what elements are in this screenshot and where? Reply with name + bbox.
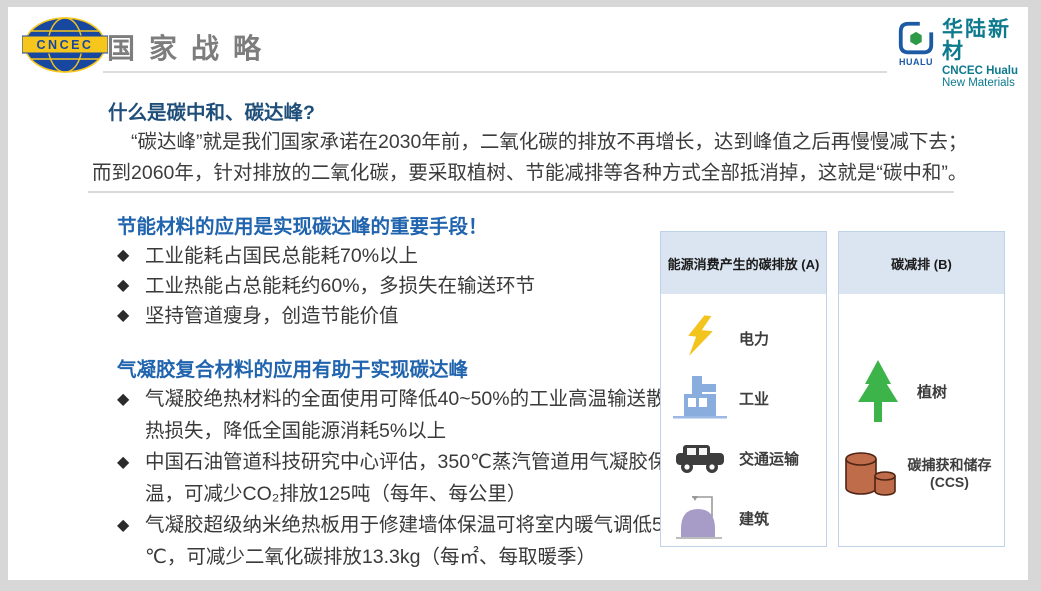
building-icon xyxy=(676,493,724,543)
hualu-name-cn: 华陆新材 xyxy=(942,19,1028,63)
diamond-bullet-icon: ◆ xyxy=(117,384,129,416)
ccs-label-line1: 碳捕获和储存 xyxy=(908,457,992,473)
ccs-label-line2: (CCS) xyxy=(930,474,969,490)
diamond-bullet-icon: ◆ xyxy=(117,447,129,479)
carbon-emission-box: 能源消费产生的碳排放 (A) 电力 xyxy=(660,231,827,547)
header-divider xyxy=(103,71,887,73)
list-item: ◆ 工业能耗占国民总能耗70%以上 xyxy=(117,241,657,271)
emission-item-label: 工业 xyxy=(739,388,769,409)
diamond-bullet-icon: ◆ xyxy=(117,271,129,301)
intro-line1: “碳达峰”就是我们国家承诺在2030年前，二氧化碳的排放不再增长，达到峰值之后再… xyxy=(92,127,1020,158)
carbon-reduction-box: 碳减排 (B) 植树 xyxy=(838,231,1005,547)
reduction-row-tree: 植树 xyxy=(839,346,1004,436)
hualu-name-en2: New Materials xyxy=(942,77,1028,89)
bullet-text: 坚持管道瘦身，创造节能价值 xyxy=(145,305,399,327)
aerogel-heading: 气凝胶复合材料的应用有助于实现碳达峰 xyxy=(117,353,468,382)
hualu-name-en1: CNCEC Hualu xyxy=(942,65,1028,77)
energy-saving-heading: 节能材料的应用是实现碳达峰的重要手段！ xyxy=(117,210,488,239)
reduction-box-title: 碳减排 (B) xyxy=(839,232,1004,294)
cncec-logo-icon: CNCEC xyxy=(22,15,108,75)
emission-box-title: 能源消费产生的碳排放 (A) xyxy=(661,232,826,294)
tree-icon xyxy=(855,360,901,422)
list-item: ◆ 坚持管道瘦身，创造节能价值 xyxy=(117,301,657,331)
list-item: ◆ 工业热能占总能耗约60%，多损失在输送环节 xyxy=(117,271,657,301)
section-divider xyxy=(88,191,954,193)
cncec-acronym-text: CNCEC xyxy=(37,38,94,52)
bullet-text: 气凝胶超级纳米绝热板用于修建墙体保温可将室内暖气调低5 ℃，可减少二氧化碳排放1… xyxy=(145,514,663,568)
emission-row-transport: 交通运输 xyxy=(661,428,826,488)
reduction-item-label: 植树 xyxy=(917,381,947,402)
energy-saving-bullet-list: ◆ 工业能耗占国民总能耗70%以上 ◆ 工业热能占总能耗约60%，多损失在输送环… xyxy=(117,241,657,331)
hualu-logo: HUALU 华陆新材 CNCEC Hualu New Materials xyxy=(896,19,1028,89)
slide: CNCEC 国家战略 HUALU 华陆新材 CNCEC Hualu New Ma… xyxy=(8,7,1028,580)
page-title: 国家战略 xyxy=(107,27,275,67)
barrels-icon xyxy=(844,450,898,498)
car-icon xyxy=(676,442,724,474)
reduction-row-ccs: 碳捕获和储存 (CCS) xyxy=(839,439,1004,509)
hualu-mark-icon xyxy=(896,19,936,59)
hualu-tag-text: HUALU xyxy=(899,57,933,67)
list-item: ◆ 气凝胶绝热材料的全面使用可降低40~50%的工业高温输送散热损失，降低全国能… xyxy=(117,384,673,447)
reduction-item-label: 碳捕获和储存 (CCS) xyxy=(895,457,1004,492)
list-item: ◆ 气凝胶超级纳米绝热板用于修建墙体保温可将室内暖气调低5 ℃，可减少二氧化碳排… xyxy=(117,510,673,573)
diamond-bullet-icon: ◆ xyxy=(117,510,129,542)
intro-heading: 什么是碳中和、碳达峰? xyxy=(108,96,315,125)
emission-row-electricity: 电力 xyxy=(661,308,826,368)
bullet-text: 工业热能占总能耗约60%，多损失在输送环节 xyxy=(145,275,535,297)
emission-row-building: 建筑 xyxy=(661,488,826,548)
bullet-text: 气凝胶绝热材料的全面使用可降低40~50%的工业高温输送散热损失，降低全国能源消… xyxy=(145,388,666,442)
lightning-icon xyxy=(686,315,714,361)
intro-paragraph: “碳达峰”就是我们国家承诺在2030年前，二氧化碳的排放不再增长，达到峰值之后再… xyxy=(92,127,1020,189)
aerogel-bullet-list: ◆ 气凝胶绝热材料的全面使用可降低40~50%的工业高温输送散热损失，降低全国能… xyxy=(117,384,673,573)
bullet-text: 工业能耗占国民总能耗70%以上 xyxy=(145,245,418,267)
emission-item-label: 建筑 xyxy=(739,508,769,529)
factory-icon xyxy=(673,376,727,420)
emission-row-industry: 工业 xyxy=(661,368,826,428)
bullet-text: 中国石油管道科技研究中心评估，350℃蒸汽管道用气凝胶保温，可减少CO₂排放12… xyxy=(145,451,667,505)
diamond-bullet-icon: ◆ xyxy=(117,301,129,331)
intro-line2: 而到2060年，针对排放的二氧化碳，要采取植树、节能减排等各种方式全部抵消掉，这… xyxy=(92,158,1020,189)
emission-item-label: 电力 xyxy=(739,328,769,349)
list-item: ◆ 中国石油管道科技研究中心评估，350℃蒸汽管道用气凝胶保温，可减少CO₂排放… xyxy=(117,447,673,510)
diamond-bullet-icon: ◆ xyxy=(117,241,129,271)
emission-item-label: 交通运输 xyxy=(739,448,799,469)
